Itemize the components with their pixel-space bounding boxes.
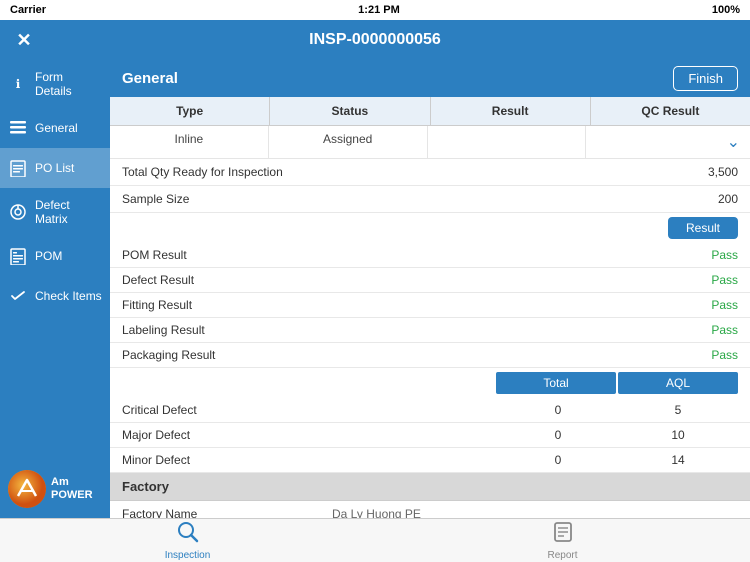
sidebar-logo: Am POWER <box>0 460 110 518</box>
table-header: Type Status Result QC Result <box>110 97 750 126</box>
logo-text: Am POWER <box>51 476 93 502</box>
defect-row-0: Critical Defect05 <box>110 398 750 423</box>
sidebar-item-check-items[interactable]: Check Items <box>0 276 110 316</box>
tab-report-label: Report <box>547 550 577 561</box>
pom-icon <box>8 246 28 266</box>
factory-field-0: Factory NameDa Ly Huong PE <box>110 501 750 518</box>
report-icon <box>553 521 573 548</box>
form-details-icon: ℹ <box>8 74 28 94</box>
finish-button[interactable]: Finish <box>673 66 738 91</box>
defect-total-1: 0 <box>498 428 618 442</box>
sample-label: Sample Size <box>122 192 322 206</box>
time-label: 1:21 PM <box>358 4 400 16</box>
pass-row-4: Packaging ResultPass <box>110 343 750 368</box>
pass-row-1: Defect ResultPass <box>110 268 750 293</box>
factory-field-label-0: Factory Name <box>122 507 322 518</box>
defect-aql-1: 10 <box>618 428 738 442</box>
result-header-row: Result <box>110 213 750 243</box>
po-list-icon <box>8 158 28 178</box>
pass-value-2: Pass <box>711 298 738 312</box>
app-header: ✕ INSP-0000000056 <box>0 20 750 60</box>
main-content: General Finish Type Status Result QC Res… <box>110 60 750 518</box>
status-bar: Carrier 1:21 PM 100% <box>0 0 750 20</box>
defect-aql-2: 14 <box>618 453 738 467</box>
sidebar-item-label: POM <box>35 249 62 263</box>
col-qc-result: QC Result <box>591 97 750 125</box>
sidebar-item-pom[interactable]: POM <box>0 236 110 276</box>
carrier-label: Carrier <box>10 4 46 16</box>
pass-label-1: Defect Result <box>122 273 711 287</box>
defect-matrix-icon <box>8 202 28 222</box>
tab-inspection-label: Inspection <box>165 550 211 561</box>
factory-field-value-0: Da Ly Huong PE <box>322 507 738 518</box>
col-result: Result <box>431 97 591 125</box>
defect-col-aql: AQL <box>618 372 738 394</box>
sidebar-item-label: Defect Matrix <box>35 198 102 226</box>
defect-row-2: Minor Defect014 <box>110 448 750 473</box>
tab-bar: Inspection Report <box>0 518 750 562</box>
pass-label-4: Packaging Result <box>122 348 711 362</box>
sidebar-item-label: PO List <box>35 161 74 175</box>
defect-total-2: 0 <box>498 453 618 467</box>
sidebar-item-label: Check Items <box>35 289 102 303</box>
defect-rows: Critical Defect05Major Defect010Minor De… <box>110 398 750 473</box>
pass-label-0: POM Result <box>122 248 711 262</box>
defect-row-1: Major Defect010 <box>110 423 750 448</box>
defect-total-0: 0 <box>498 403 618 417</box>
qty-row: Total Qty Ready for Inspection 3,500 <box>110 159 750 186</box>
col-type: Type <box>110 97 270 125</box>
pass-label-2: Fitting Result <box>122 298 711 312</box>
pass-row-3: Labeling ResultPass <box>110 318 750 343</box>
logo-icon <box>8 470 46 508</box>
chevron-down-icon: ⌄ <box>727 132 740 152</box>
pass-value-0: Pass <box>711 248 738 262</box>
defect-label-0: Critical Defect <box>122 403 498 417</box>
cell-status: Assigned <box>269 126 428 158</box>
factory-fields: Factory NameDa Ly Huong PEFactory Addres… <box>110 501 750 518</box>
defect-label-1: Major Defect <box>122 428 498 442</box>
inspection-icon <box>177 521 199 548</box>
factory-section-header: Factory <box>110 473 750 501</box>
battery-label: 100% <box>712 4 740 16</box>
pass-value-3: Pass <box>711 323 738 337</box>
qty-value: 3,500 <box>322 165 738 179</box>
qty-label: Total Qty Ready for Inspection <box>122 165 322 179</box>
col-status: Status <box>270 97 430 125</box>
sidebar-item-general[interactable]: General <box>0 108 110 148</box>
pass-rows: POM ResultPassDefect ResultPassFitting R… <box>110 243 750 368</box>
result-button[interactable]: Result <box>668 217 738 239</box>
sidebar-item-label: Form Details <box>35 70 102 98</box>
sidebar-item-form-details[interactable]: ℹ Form Details <box>0 60 110 108</box>
pass-value-4: Pass <box>711 348 738 362</box>
sample-row: Sample Size 200 <box>110 186 750 213</box>
check-items-icon <box>8 286 28 306</box>
main-header: General Finish <box>110 60 750 97</box>
defect-label-2: Minor Defect <box>122 453 498 467</box>
sidebar-item-po-list[interactable]: PO List <box>0 148 110 188</box>
cell-qc-result[interactable]: ⌄ <box>586 126 750 158</box>
sample-value: 200 <box>322 192 738 206</box>
sidebar-item-defect-matrix[interactable]: Defect Matrix <box>0 188 110 236</box>
pass-value-1: Pass <box>711 273 738 287</box>
defect-aql-0: 5 <box>618 403 738 417</box>
table-row[interactable]: Inline Assigned ⌄ <box>110 126 750 159</box>
main-tab-title: General <box>122 70 178 87</box>
cell-result <box>428 126 587 158</box>
general-icon <box>8 118 28 138</box>
defect-col-total: Total <box>496 372 616 394</box>
close-button[interactable]: ✕ <box>12 28 36 52</box>
tab-inspection[interactable]: Inspection <box>0 519 375 562</box>
sidebar: ℹ Form Details General PO List Defect Ma… <box>0 60 110 518</box>
pass-row-0: POM ResultPass <box>110 243 750 268</box>
sidebar-item-label: General <box>35 121 78 135</box>
tab-report[interactable]: Report <box>375 519 750 562</box>
pass-row-2: Fitting ResultPass <box>110 293 750 318</box>
pass-label-3: Labeling Result <box>122 323 711 337</box>
header-title: INSP-0000000056 <box>309 31 441 49</box>
app-body: ℹ Form Details General PO List Defect Ma… <box>0 60 750 518</box>
defect-table-header: Total AQL <box>110 368 750 398</box>
cell-type: Inline <box>110 126 269 158</box>
